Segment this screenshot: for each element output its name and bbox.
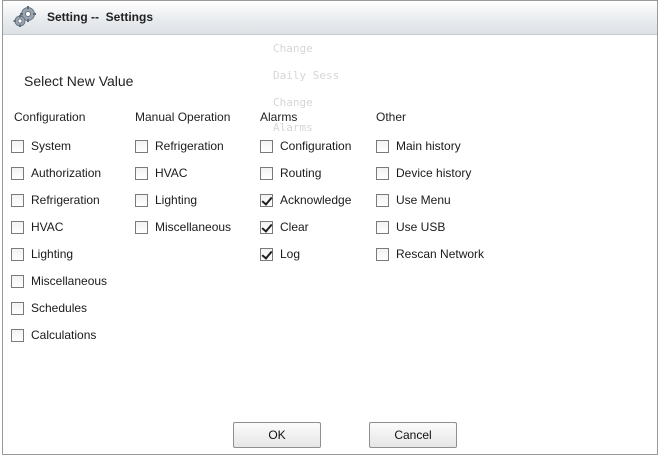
- checkbox-box[interactable]: [11, 274, 24, 288]
- checkbox-label: System: [31, 139, 72, 153]
- checkbox-other-use-usb[interactable]: Use USB: [376, 219, 445, 235]
- checkbox-other-device-history[interactable]: Device history: [376, 165, 471, 181]
- settings-dialog: Setting -- Settings Change Daily Sess Ch…: [2, 0, 658, 455]
- checkbox-label: Use USB: [396, 220, 446, 234]
- checkbox-manual-hvac[interactable]: HVAC: [135, 165, 187, 181]
- checkbox-label: Refrigeration: [155, 139, 224, 153]
- checkbox-configuration-calculations[interactable]: Calculations: [11, 327, 96, 343]
- column-header-manual-operation: Manual Operation: [135, 110, 231, 124]
- dialog-subtitle: Select New Value: [24, 73, 134, 89]
- checkbox-configuration-refrigeration[interactable]: Refrigeration: [11, 192, 100, 208]
- checkbox-box[interactable]: [11, 193, 24, 207]
- checkbox-label: Lighting: [31, 247, 74, 261]
- background-text: Change: [273, 96, 313, 109]
- checkbox-configuration-schedules[interactable]: Schedules: [11, 300, 87, 316]
- checkbox-label: Device history: [396, 166, 472, 180]
- checkbox-configuration-hvac[interactable]: HVAC: [11, 219, 63, 235]
- checkbox-box[interactable]: [11, 301, 24, 315]
- title-bar: Setting -- Settings: [3, 1, 657, 35]
- checkbox-label: HVAC: [155, 166, 188, 180]
- checkbox-box[interactable]: [135, 220, 148, 234]
- gears-icon: [13, 6, 36, 27]
- checkbox-label: Schedules: [31, 301, 88, 315]
- checkbox-box[interactable]: [11, 247, 24, 261]
- checkbox-box[interactable]: [135, 166, 148, 180]
- checkbox-label: Rescan Network: [396, 247, 485, 261]
- checkbox-box[interactable]: [376, 166, 389, 180]
- checkbox-other-use-menu[interactable]: Use Menu: [376, 192, 451, 208]
- checkbox-label: Clear: [280, 220, 309, 234]
- checkbox-alarms-log[interactable]: Log: [260, 246, 300, 262]
- checkbox-label: HVAC: [31, 220, 64, 234]
- checkbox-label: Miscellaneous: [31, 274, 108, 288]
- checkbox-label: Lighting: [155, 193, 198, 207]
- checkbox-box[interactable]: [11, 139, 24, 153]
- checkbox-alarms-acknowledge[interactable]: Acknowledge: [260, 192, 351, 208]
- checkbox-label: Log: [280, 247, 301, 261]
- checkbox-label: Use Menu: [396, 193, 451, 207]
- checkbox-box[interactable]: [11, 220, 24, 234]
- checkbox-alarms-configuration[interactable]: Configuration: [260, 138, 351, 154]
- checkbox-box[interactable]: [376, 220, 389, 234]
- checkbox-configuration-lighting[interactable]: Lighting: [11, 246, 73, 262]
- column-header-other: Other: [376, 110, 407, 124]
- ok-button[interactable]: OK: [233, 422, 321, 448]
- checkbox-label: Acknowledge: [280, 193, 352, 207]
- checkbox-label: Configuration: [280, 139, 352, 153]
- checkbox-label: Authorization: [31, 166, 102, 180]
- checkbox-box[interactable]: [260, 139, 273, 153]
- checkbox-other-main-history[interactable]: Main history: [376, 138, 461, 154]
- checkbox-alarms-routing[interactable]: Routing: [260, 165, 321, 181]
- checkbox-configuration-miscellaneous[interactable]: Miscellaneous: [11, 273, 107, 289]
- cancel-button[interactable]: Cancel: [369, 422, 457, 448]
- checkbox-box[interactable]: [376, 139, 389, 153]
- checkbox-box[interactable]: [135, 193, 148, 207]
- checkbox-box[interactable]: [260, 193, 273, 207]
- checkbox-box[interactable]: [376, 193, 389, 207]
- checkbox-other-rescan-network[interactable]: Rescan Network: [376, 246, 484, 262]
- checkbox-box[interactable]: [260, 166, 273, 180]
- checkbox-label: Routing: [280, 166, 322, 180]
- window-title: Setting -- Settings: [47, 10, 153, 24]
- checkbox-box[interactable]: [376, 247, 389, 261]
- checkbox-manual-lighting[interactable]: Lighting: [135, 192, 197, 208]
- background-text: Change: [273, 42, 313, 55]
- checkbox-alarms-clear[interactable]: Clear: [260, 219, 309, 235]
- checkbox-configuration-authorization[interactable]: Authorization: [11, 165, 101, 181]
- checkbox-box[interactable]: [11, 328, 24, 342]
- checkbox-label: Refrigeration: [31, 193, 100, 207]
- checkbox-label: Calculations: [31, 328, 97, 342]
- checkbox-box[interactable]: [260, 247, 273, 261]
- background-text: Daily Sess: [273, 69, 340, 82]
- checkbox-box[interactable]: [11, 166, 24, 180]
- column-header-configuration: Configuration: [14, 110, 86, 124]
- checkbox-label: Miscellaneous: [155, 220, 232, 234]
- column-header-alarms: Alarms: [260, 110, 298, 124]
- checkbox-manual-miscellaneous[interactable]: Miscellaneous: [135, 219, 231, 235]
- checkbox-box[interactable]: [260, 220, 273, 234]
- checkbox-box[interactable]: [135, 139, 148, 153]
- checkbox-configuration-system[interactable]: System: [11, 138, 71, 154]
- checkbox-label: Main history: [396, 139, 461, 153]
- checkbox-manual-refrigeration[interactable]: Refrigeration: [135, 138, 224, 154]
